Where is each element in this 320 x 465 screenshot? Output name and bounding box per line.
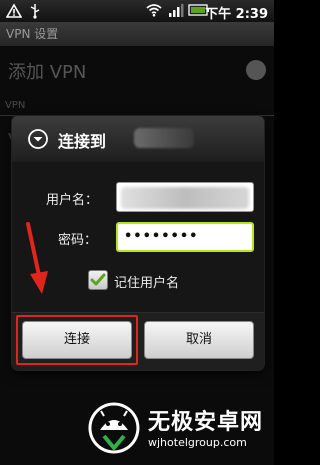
remember-username-checkbox[interactable] xyxy=(88,270,108,290)
wifi-icon xyxy=(146,4,162,17)
remember-username-label: 记住用户名 xyxy=(114,276,180,291)
page-title: VPN 设置 xyxy=(0,22,274,46)
add-vpn-item[interactable]: 添加 VPN xyxy=(0,50,274,96)
annotation-arrow-icon xyxy=(26,222,48,294)
android-logo-icon xyxy=(88,402,140,454)
chevron-down-icon xyxy=(246,60,266,80)
dialog-title: 连接到 xyxy=(58,132,107,151)
status-time: 下午 2:39 xyxy=(205,7,268,22)
chevron-down-circle-icon xyxy=(28,129,48,149)
password-field[interactable]: •••••••• xyxy=(116,222,254,252)
blurred-vpn-name xyxy=(134,128,194,148)
status-bar: 下午 2:39 xyxy=(0,0,274,22)
vpn-section-header: VPN xyxy=(0,100,274,116)
username-field[interactable] xyxy=(116,182,254,212)
password-label: 密码： xyxy=(58,233,98,248)
warning-icon xyxy=(6,3,22,18)
username-label: 用户名： xyxy=(46,193,99,208)
dialog-button-row: 连接 取消 xyxy=(12,312,264,370)
dialog-header: 连接到 xyxy=(12,116,264,163)
watermark-url: wjhotelgroup.com xyxy=(148,436,247,449)
phone-screen: 下午 2:39 VPN 设置 添加 VPN VPN V 连接到 用户名： 密码：… xyxy=(0,0,274,465)
watermark: 无极安卓网 wjhotelgroup.com xyxy=(86,398,272,460)
watermark-title: 无极安卓网 xyxy=(148,410,264,435)
usb-icon xyxy=(30,4,40,19)
signal-icon xyxy=(169,4,184,17)
blurred-username xyxy=(121,187,249,209)
checkmark-icon xyxy=(90,273,106,286)
cancel-button[interactable]: 取消 xyxy=(144,321,254,359)
connect-button[interactable]: 连接 xyxy=(22,321,132,359)
